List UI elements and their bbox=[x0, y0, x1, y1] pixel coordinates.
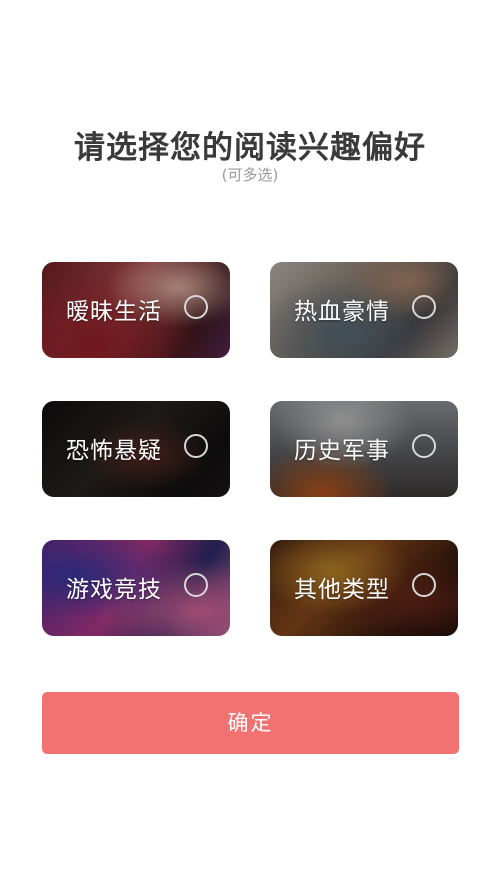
radio-button[interactable] bbox=[184, 573, 208, 597]
genre-card-history-military[interactable]: 历史军事 bbox=[270, 401, 458, 497]
genre-label: 游戏竞技 bbox=[66, 577, 162, 603]
radio-button[interactable] bbox=[412, 295, 436, 319]
genre-label: 暧昧生活 bbox=[66, 299, 162, 325]
genre-card-other[interactable]: 其他类型 bbox=[270, 540, 458, 636]
radio-button[interactable] bbox=[184, 295, 208, 319]
genre-label: 热血豪情 bbox=[294, 299, 390, 325]
genre-label: 恐怖悬疑 bbox=[66, 438, 162, 464]
genre-label: 其他类型 bbox=[294, 577, 390, 603]
genre-card-hot-blooded[interactable]: 热血豪情 bbox=[270, 262, 458, 358]
genre-card-romance-life[interactable]: 暧昧生活 bbox=[42, 262, 230, 358]
page-subtitle: (可多选) bbox=[221, 166, 279, 184]
radio-button[interactable] bbox=[184, 434, 208, 458]
genre-card-horror-suspense[interactable]: 恐怖悬疑 bbox=[42, 401, 230, 497]
genre-card-gaming[interactable]: 游戏竞技 bbox=[42, 540, 230, 636]
page-title: 请选择您的阅读兴趣偏好 bbox=[74, 130, 426, 166]
genre-label: 历史军事 bbox=[294, 438, 390, 464]
confirm-button[interactable]: 确定 bbox=[42, 692, 459, 754]
radio-button[interactable] bbox=[412, 573, 436, 597]
radio-button[interactable] bbox=[412, 434, 436, 458]
